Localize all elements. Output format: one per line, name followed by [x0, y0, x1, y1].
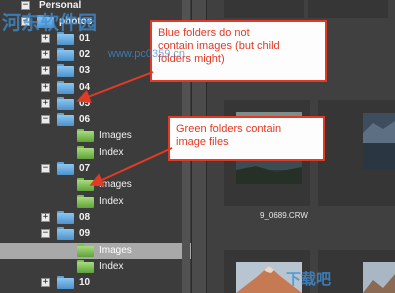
green-folders-callout: Green folders contain image files [168, 116, 325, 161]
expand-toggle-icon[interactable]: + [41, 82, 50, 92]
tree-item-label: 02 [79, 48, 91, 60]
tree-item-label: 09 [79, 228, 91, 240]
thumbnail-caption: 9_0689.CRW [260, 211, 308, 220]
green-folder-icon [77, 194, 94, 208]
tree-item-label: 07 [79, 163, 91, 174]
tree-item-09[interactable]: − 09 [0, 226, 191, 242]
tree-item-index[interactable]: Index [0, 145, 191, 161]
tree-item-label: Images [99, 244, 132, 256]
tree-item-07[interactable]: − 07 [0, 161, 191, 177]
tree-item-label: 03 [79, 65, 91, 77]
blue-folder-icon [57, 210, 74, 224]
tree-item-index[interactable]: Index [0, 259, 191, 275]
url-watermark: www.pc0359.cn [108, 48, 186, 60]
tree-item-images[interactable]: Images [0, 177, 191, 193]
blue-folder-icon [57, 276, 74, 290]
tree-item-label: Images [99, 130, 132, 142]
blue-folder-icon [57, 162, 74, 175]
expand-toggle-icon[interactable]: + [41, 98, 50, 108]
tree-item-label: 10 [79, 277, 91, 289]
green-folder-icon [77, 129, 94, 143]
tree-item-label: Index [99, 146, 124, 158]
blue-folder-icon [57, 47, 74, 61]
photo-thumbnail[interactable] [363, 113, 395, 169]
green-folder-icon [77, 243, 94, 257]
tree-item-label: Index [99, 260, 124, 272]
green-folder-icon [77, 259, 94, 273]
tree-item-index[interactable]: Index [0, 194, 191, 210]
expand-toggle-icon[interactable]: + [41, 66, 50, 76]
tree-item-label: 08 [79, 211, 91, 223]
collapse-toggle-icon[interactable]: − [41, 115, 50, 125]
green-folder-icon [77, 145, 94, 159]
collapse-toggle-icon[interactable]: − [41, 164, 50, 173]
site-watermark: 河东软件园 [2, 13, 98, 34]
green-folder-icon [77, 178, 94, 192]
expand-toggle-icon[interactable]: + [41, 212, 50, 222]
blue-folder-icon [57, 113, 74, 127]
expand-toggle-icon[interactable]: + [41, 49, 50, 59]
tree-item-08[interactable]: +08 [0, 210, 191, 226]
photo-thumbnail[interactable] [363, 262, 395, 293]
tree-item-images[interactable]: Images [0, 242, 191, 259]
blue-folder-icon [57, 64, 74, 78]
tree-item-10[interactable]: +10 [0, 275, 191, 291]
collapse-toggle-icon[interactable]: − [41, 229, 50, 239]
tree-item-05[interactable]: +05 [0, 96, 191, 112]
blue-folder-icon [57, 80, 74, 94]
tree-item-label: Images [99, 179, 132, 191]
expand-toggle-icon[interactable]: + [41, 278, 50, 288]
tree-item-label: 04 [79, 81, 91, 93]
tree-item-label: Index [99, 195, 124, 207]
tree-item-label: 05 [79, 97, 91, 109]
tree-item-06[interactable]: − 06 [0, 112, 191, 128]
blue-folder-icon [57, 227, 74, 241]
blue-folder-icon [57, 96, 74, 110]
corner-watermark: 下载吧 [286, 271, 332, 288]
tree-item-images[interactable]: Images [0, 128, 191, 144]
tree-item-label: 06 [79, 114, 91, 126]
